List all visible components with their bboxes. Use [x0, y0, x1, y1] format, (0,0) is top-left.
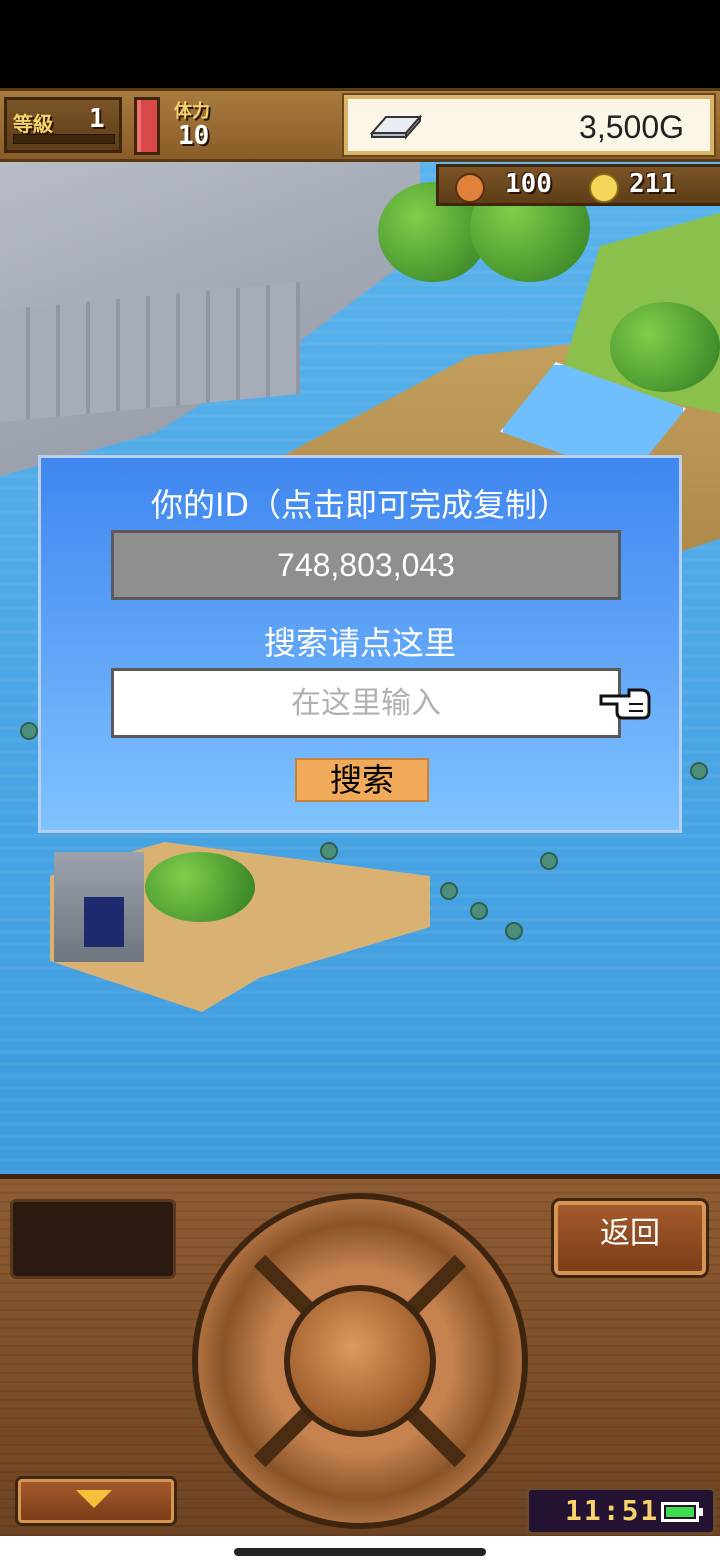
sea-rock — [690, 762, 708, 780]
game-screen: 等級 1 体力 10 3,500G 100 211 你的ID（点击即可完成复制）… — [0, 0, 720, 1567]
sea-rock — [320, 842, 338, 860]
search-button[interactable]: 搜索 — [295, 758, 429, 802]
search-title: 搜索请点这里 — [263, 624, 456, 662]
search-input[interactable] — [111, 668, 621, 738]
level-label: 等級 — [13, 112, 53, 136]
friend-search-dialog: 你的ID（点击即可完成复制） 748,803,043 搜索请点这里 搜索 — [38, 455, 682, 833]
battery-tip — [699, 1508, 703, 1516]
meat-value: 100 — [505, 169, 552, 199]
id-title: 你的ID（点击即可完成复制） — [150, 486, 570, 524]
battery-level — [666, 1507, 694, 1517]
gold-value: 3,500G — [579, 109, 684, 145]
status-bar-area — [0, 0, 720, 88]
sea-rock — [440, 882, 458, 900]
clock-time: 11:51 — [565, 1494, 660, 1527]
sea-rock — [20, 722, 38, 740]
sea-rock — [540, 852, 558, 870]
player-id-field[interactable]: 748,803,043 — [111, 530, 621, 600]
silver-ingot-icon — [369, 114, 423, 140]
gold-box: 3,500G — [344, 95, 714, 155]
home-indicator[interactable] — [234, 1548, 486, 1556]
home-indicator-area — [0, 1536, 720, 1567]
menu-toggle-button[interactable] — [18, 1479, 174, 1523]
meat-icon — [455, 173, 485, 203]
dpad-center-button[interactable] — [284, 1285, 436, 1437]
arrow-down-icon — [76, 1490, 112, 1508]
back-button[interactable]: 返回 — [554, 1201, 706, 1275]
coin-icon — [589, 173, 619, 203]
tower-door — [84, 897, 124, 947]
experience-bar — [13, 134, 115, 144]
stamina-value: 10 — [178, 121, 210, 151]
level-box: 等級 1 — [4, 97, 122, 153]
stamina-gauge — [134, 97, 160, 155]
top-hud: 等級 1 体力 10 3,500G — [0, 88, 720, 162]
resource-bar: 100 211 — [436, 164, 720, 206]
controller-panel: 返回 11:51 — [0, 1174, 720, 1536]
coin-value: 211 — [629, 169, 676, 199]
empty-slot — [10, 1199, 176, 1279]
sea-rock — [505, 922, 523, 940]
battery-icon — [661, 1502, 699, 1522]
sea-rock — [470, 902, 488, 920]
level-value: 1 — [89, 104, 105, 134]
direction-pad[interactable] — [192, 1193, 528, 1529]
pointing-hand-icon — [599, 688, 651, 720]
stamina-label: 体力 — [174, 101, 210, 122]
tree — [145, 852, 255, 922]
clock-box: 11:51 — [526, 1487, 716, 1535]
tree — [610, 302, 720, 392]
